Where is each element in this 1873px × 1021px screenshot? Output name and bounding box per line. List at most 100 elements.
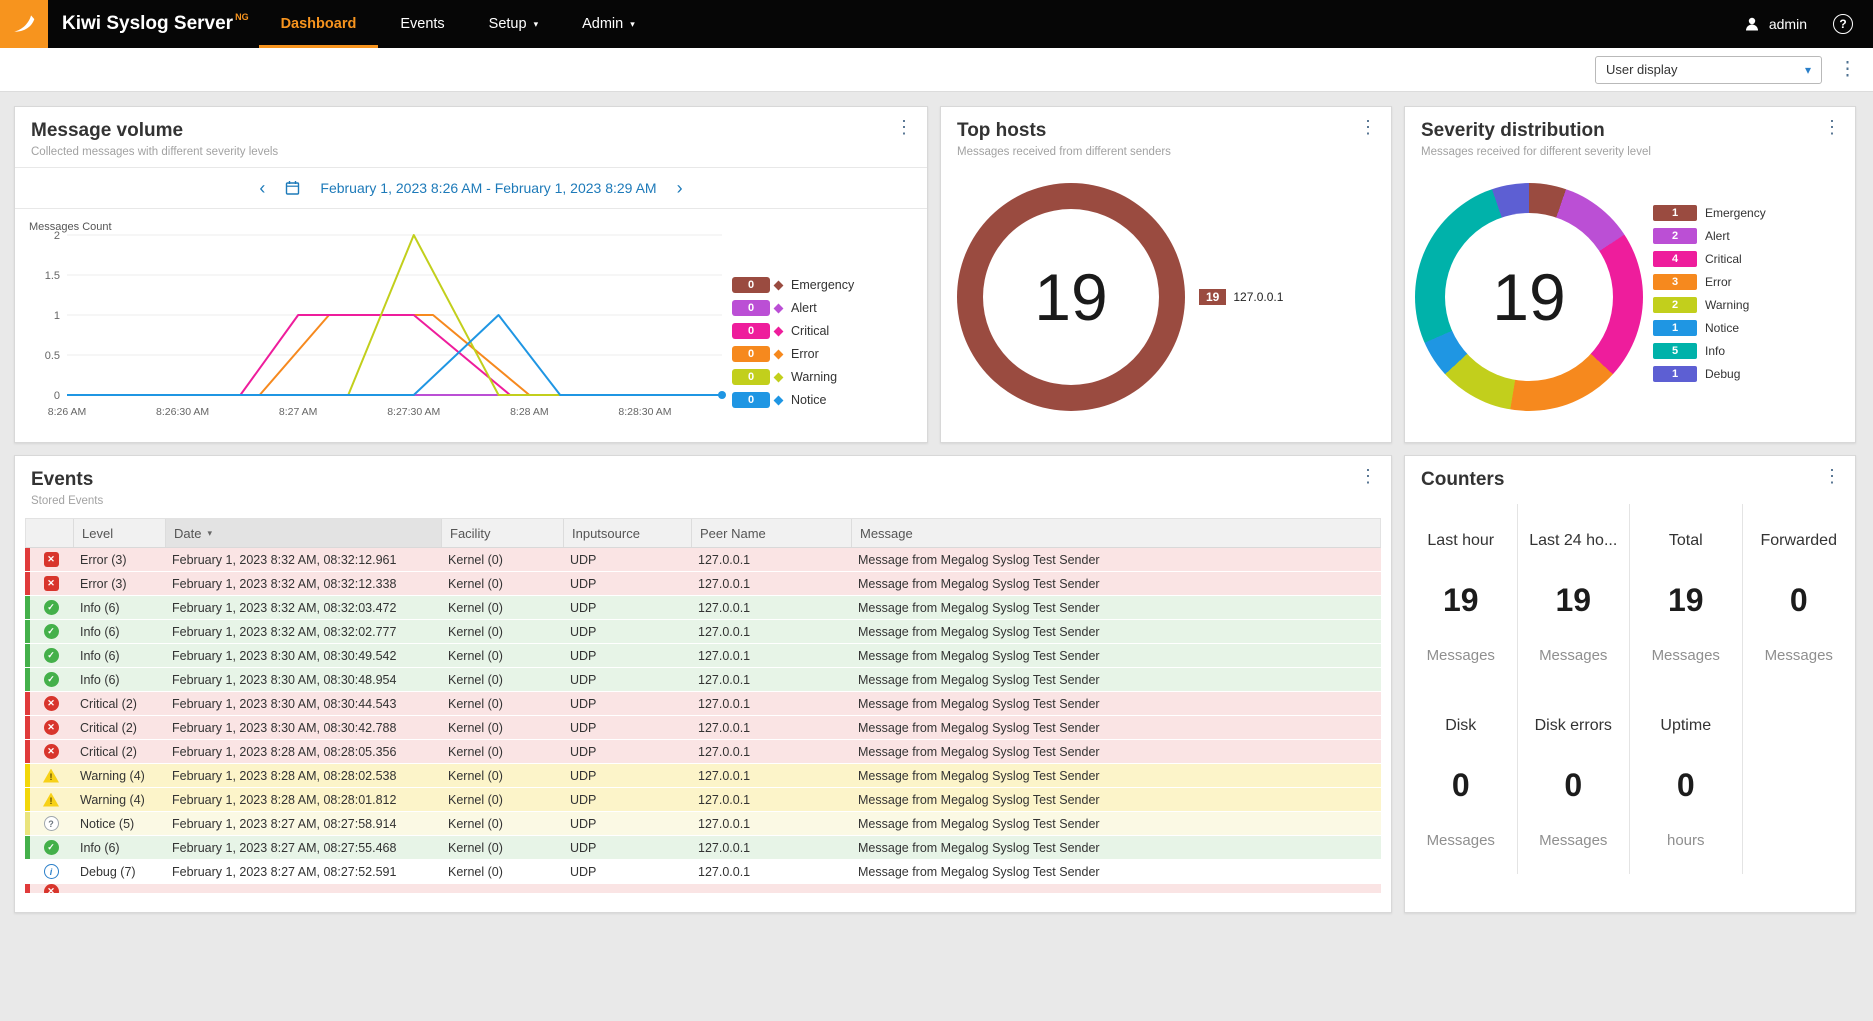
legend-item-alert[interactable]: 0 Alert	[732, 300, 921, 316]
legend-item-emergency[interactable]: 0 Emergency	[732, 277, 921, 293]
message-cell: Message from Megalog Syslog Test Sender	[858, 864, 1100, 879]
table-row[interactable]: ✕ Critical (2) February 1, 2023 8:30 AM, 0…	[25, 716, 1381, 740]
counter-label: Last hour	[1427, 532, 1495, 549]
counter-label: Last 24 ho...	[1529, 532, 1618, 549]
table-row[interactable]: ✕ Critical (2) February 1, 2023 8:28 AM, 0…	[25, 740, 1381, 764]
message-cell: Message from Megalog Syslog Test Sender	[858, 552, 1100, 567]
column-header-date[interactable]: Date ▾	[165, 519, 441, 547]
svg-text:Messages Count: Messages Count	[29, 221, 112, 233]
facility-cell: Kernel (0)	[448, 744, 503, 759]
legend-label: Debug	[1705, 367, 1741, 381]
counter-label: Total	[1668, 532, 1703, 549]
inputsource-cell: UDP	[570, 600, 597, 615]
legend-item-error[interactable]: 0 Error	[732, 346, 921, 362]
table-row[interactable]: ✓ Info (6) February 1, 2023 8:32 AM, 08:32…	[25, 596, 1381, 620]
legend-item-warning[interactable]: 0 Warning	[732, 369, 921, 385]
level-cell: Error (3)	[80, 552, 127, 567]
legend-item-critical[interactable]: 4 Critical	[1653, 251, 1766, 267]
table-row[interactable]: ! Warning (4) February 1, 2023 8:28 AM, 08…	[25, 788, 1381, 812]
legend-item-error[interactable]: 3 Error	[1653, 274, 1766, 290]
donut-hole: 19	[983, 209, 1159, 385]
card-kebab-menu[interactable]: ⋮	[1359, 467, 1377, 485]
next-range-button[interactable]: ›	[677, 179, 683, 197]
legend-count-badge: 2	[1653, 297, 1697, 313]
table-row[interactable]: ✓ Info (6) February 1, 2023 8:32 AM, 08:32…	[25, 620, 1381, 644]
column-header-inputsource[interactable]: Inputsource	[563, 519, 691, 547]
level-cell: Error (3)	[80, 576, 127, 591]
inputsource-cell: UDP	[570, 816, 597, 831]
topbar: Kiwi Syslog Server NG Dashboard Events Setu…	[0, 0, 1873, 48]
nav-item-dashboard[interactable]: Dashboard	[258, 0, 379, 48]
app-logo[interactable]	[0, 0, 48, 48]
info-icon: ✓	[43, 600, 59, 615]
legend-item-critical[interactable]: 0 Critical	[732, 323, 921, 339]
host-legend-item[interactable]: 19 127.0.0.1	[1199, 289, 1283, 305]
legend-item-warning[interactable]: 2 Warning	[1653, 297, 1766, 313]
table-row[interactable]: ✓ Info (6) February 1, 2023 8:30 AM, 08:30…	[25, 668, 1381, 692]
peer-name-cell: 127.0.0.1	[698, 864, 751, 879]
counter-disk: Disk 0 Messages	[1405, 689, 1518, 874]
legend-item-emergency[interactable]: 1 Emergency	[1653, 205, 1766, 221]
critical-icon: ✕	[43, 696, 59, 711]
legend-item-notice[interactable]: 1 Notice	[1653, 320, 1766, 336]
card-kebab-menu[interactable]: ⋮	[895, 118, 913, 136]
events-table-header: Level Date ▾ Facility Inputsource Peer Name Me…	[25, 518, 1381, 548]
card-kebab-menu[interactable]: ⋮	[1823, 467, 1841, 485]
message-cell: Message from Megalog Syslog Test Sender	[858, 816, 1100, 831]
table-row[interactable]: ✕ Critical (2) February 1, 2023 8:30 AM, 0…	[25, 692, 1381, 716]
nav-item-setup[interactable]: Setup ▾	[467, 0, 560, 48]
column-header-label: Facility	[450, 525, 491, 541]
legend-item-info[interactable]: 5 Info	[1653, 343, 1766, 359]
column-header-facility[interactable]: Facility	[441, 519, 563, 547]
date-range-bar: ‹ February 1, 2023 8:26 AM - February 1,…	[15, 167, 927, 209]
counter-total: Total 19 Messages	[1630, 504, 1743, 689]
column-header-peer-name[interactable]: Peer Name	[691, 519, 851, 547]
top-hosts-donut[interactable]: 19	[957, 183, 1185, 411]
legend-item-notice[interactable]: 0 Notice	[732, 392, 921, 408]
table-row-partial[interactable]: ✕	[25, 884, 1381, 894]
toolbar-kebab-menu[interactable]: ⋮	[1838, 60, 1857, 79]
table-row[interactable]: ✕ Error (3) February 1, 2023 8:32 AM, 08:3…	[25, 572, 1381, 596]
counter-forwarded: Forwarded 0 Messages	[1743, 504, 1856, 689]
severity-icon-cell: ✓	[30, 600, 72, 615]
card-kebab-menu[interactable]: ⋮	[1359, 118, 1377, 136]
column-header-level[interactable]: Level	[73, 519, 165, 547]
peer-name-cell: 127.0.0.1	[698, 552, 751, 567]
message-volume-body: 0 0.5 1 1.5 2 8:26 AM 8:26:30 AM 8:27 AM 8:27:30…	[15, 209, 927, 442]
table-row[interactable]: ✓ Info (6) February 1, 2023 8:27 AM, 08:27…	[25, 836, 1381, 860]
donut-hole: 19	[1445, 213, 1613, 381]
prev-range-button[interactable]: ‹	[259, 179, 265, 197]
legend-item-alert[interactable]: 2 Alert	[1653, 228, 1766, 244]
counter-label: Forwarded	[1760, 532, 1837, 549]
date-cell: February 1, 2023 8:27 AM, 08:27:52.591	[172, 864, 397, 879]
date-range-label[interactable]: February 1, 2023 8:26 AM - February 1, 2…	[320, 180, 656, 196]
counters-card: Counters ⋮ Last hour 19 Messages Last 24 ho…	[1404, 455, 1856, 913]
user-menu[interactable]: admin	[1743, 15, 1807, 33]
legend-label: Critical	[1705, 252, 1742, 266]
host-count-badge: 19	[1199, 289, 1227, 305]
legend-count-badge: 0	[732, 277, 770, 293]
table-row[interactable]: ? Notice (5) February 1, 2023 8:27 AM, 08:…	[25, 812, 1381, 836]
date-cell: February 1, 2023 8:30 AM, 08:30:44.543	[172, 696, 397, 711]
message-cell: Message from Megalog Syslog Test Sender	[858, 624, 1100, 639]
table-row[interactable]: ! Warning (4) February 1, 2023 8:28 AM, 08…	[25, 764, 1381, 788]
help-button[interactable]: ?	[1833, 14, 1853, 34]
inputsource-cell: UDP	[570, 864, 597, 879]
message-cell: Message from Megalog Syslog Test Sender	[858, 744, 1100, 759]
facility-cell: Kernel (0)	[448, 792, 503, 807]
card-kebab-menu[interactable]: ⋮	[1823, 118, 1841, 136]
series-marker-icon	[773, 303, 784, 313]
nav-item-events[interactable]: Events	[378, 0, 466, 48]
severity-donut[interactable]: 19	[1415, 183, 1643, 411]
table-row[interactable]: ✕ Error (3) February 1, 2023 8:32 AM, 08:3…	[25, 548, 1381, 572]
table-row[interactable]: ✓ Info (6) February 1, 2023 8:30 AM, 08:30…	[25, 644, 1381, 668]
table-row[interactable]: i Debug (7) February 1, 2023 8:27 AM, 08:2…	[25, 860, 1381, 884]
inputsource-cell: UDP	[570, 624, 597, 639]
series-marker-icon	[773, 280, 784, 290]
level-cell: Info (6)	[80, 648, 120, 663]
user-display-select[interactable]: User display ▾	[1595, 55, 1822, 84]
counter-unit: Messages	[1539, 647, 1608, 664]
nav-item-admin[interactable]: Admin ▾	[560, 0, 657, 48]
column-header-message[interactable]: Message	[851, 519, 1380, 547]
legend-item-debug[interactable]: 1 Debug	[1653, 366, 1766, 382]
